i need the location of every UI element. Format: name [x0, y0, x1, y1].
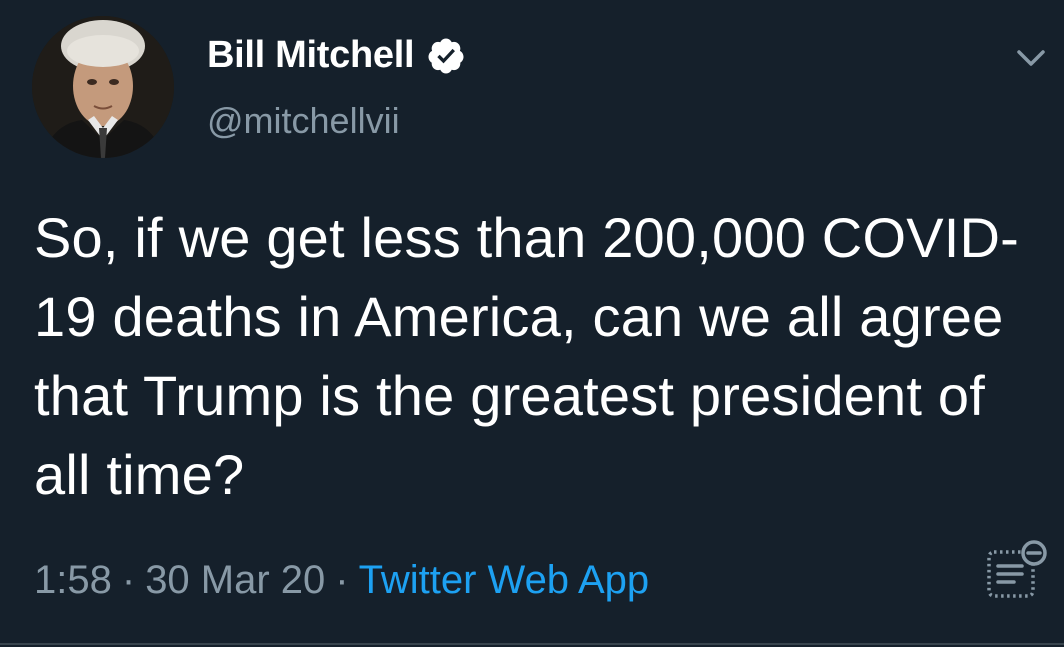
author-handle[interactable]: @mitchellvii [207, 100, 400, 142]
divider [0, 643, 1064, 645]
meta-separator: · [121, 558, 136, 602]
author-row: Bill Mitchell [207, 34, 466, 77]
verified-badge-icon [426, 36, 466, 76]
tweet-date[interactable]: 30 Mar 20 [145, 558, 325, 602]
meta-separator: · [335, 558, 349, 602]
tweet-text: So, if we get less than 200,000 COVID-19… [34, 206, 1020, 506]
avatar-image [32, 16, 174, 158]
avatar[interactable] [32, 16, 174, 158]
display-name[interactable]: Bill Mitchell [207, 34, 415, 77]
tweet-time[interactable]: 1:58 [34, 558, 112, 602]
chevron-down-icon[interactable] [1011, 38, 1051, 78]
tweet-meta: 1:58 · 30 Mar 20 · Twitter Web App [34, 558, 649, 603]
tweet-source-link[interactable]: Twitter Web App [359, 558, 650, 602]
view-analytics-icon[interactable] [984, 538, 1050, 604]
